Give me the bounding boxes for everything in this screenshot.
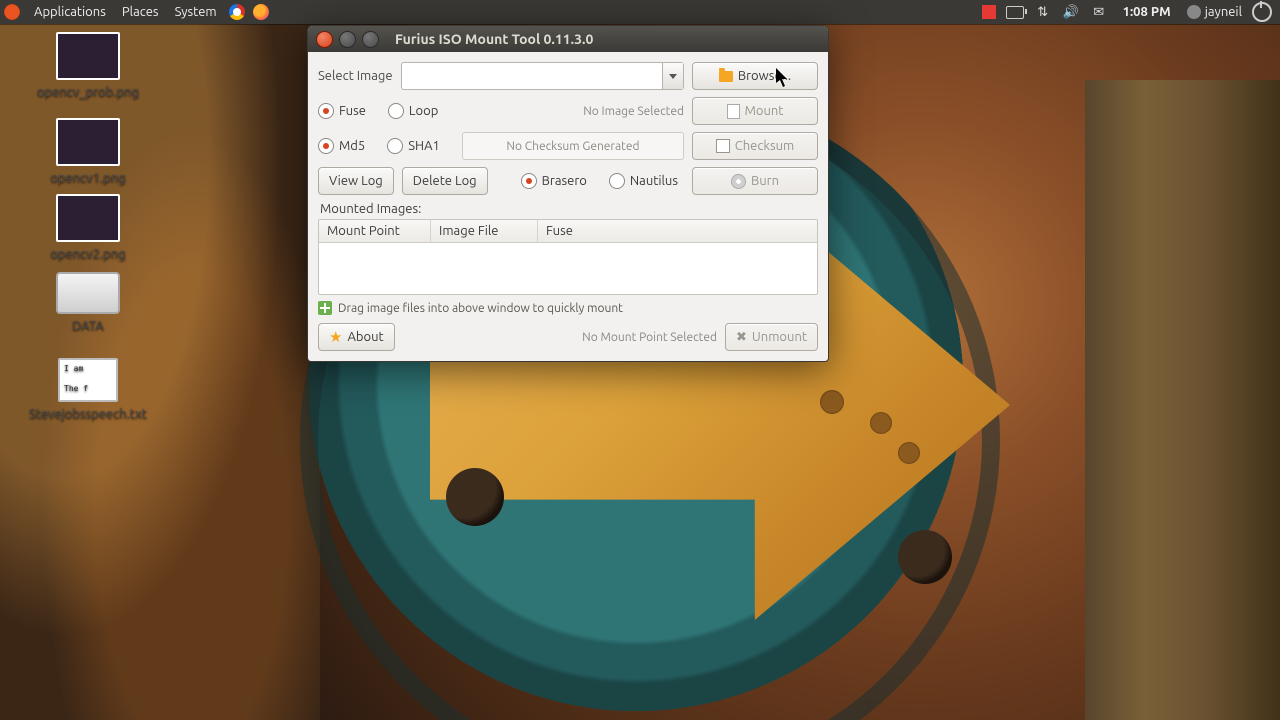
image-thumbnail-icon [56, 32, 120, 80]
menu-applications[interactable]: Applications [26, 5, 114, 19]
checksum-icon [716, 139, 730, 153]
image-path-input[interactable] [402, 63, 662, 89]
sound-indicator-icon[interactable]: 🔊 [1062, 3, 1080, 21]
gnome-panel: Applications Places System ⇅ 🔊 ✉ 1:08 PM… [0, 0, 1280, 24]
user-menu[interactable]: jayneil [1187, 5, 1242, 19]
radio-label: SHA1 [408, 139, 440, 153]
menu-system[interactable]: System [167, 5, 225, 19]
mounted-images-label: Mounted Images: [320, 202, 818, 216]
mounted-images-table[interactable]: Mount Point Image File Fuse [318, 219, 818, 295]
desktop-icon-label: opencv2.png [28, 246, 148, 262]
radio-label: Loop [409, 104, 438, 118]
text-file-icon: I am The f [58, 358, 118, 402]
desktop-icon-text[interactable]: I am The f Stevejobsspeech.txt [18, 358, 158, 422]
image-path-dropdown[interactable] [662, 63, 683, 89]
radio-brasero[interactable]: Brasero [521, 173, 587, 189]
desktop-icon-label: DATA [28, 318, 148, 334]
close-icon: ✖ [736, 330, 747, 345]
browse-button[interactable]: Browse... [692, 62, 818, 90]
checksum-button[interactable]: Checksum [692, 132, 818, 160]
unmount-button-label: Unmount [752, 330, 807, 344]
power-icon[interactable] [1252, 2, 1272, 22]
burn-button[interactable]: Burn [692, 167, 818, 195]
desktop-icon-label: opencv_prob.png [28, 84, 148, 100]
radio-sha1[interactable]: SHA1 [387, 138, 440, 154]
drive-icon [56, 272, 120, 314]
desktop-icon[interactable]: opencv_prob.png [28, 32, 148, 100]
mount-icon [727, 104, 740, 119]
indicator-recording-icon[interactable] [982, 5, 996, 19]
mount-button-label: Mount [745, 104, 784, 118]
column-image-file[interactable]: Image File [431, 220, 538, 242]
window-title: Furius ISO Mount Tool 0.11.3.0 [395, 31, 593, 47]
app-window: Furius ISO Mount Tool 0.11.3.0 Select Im… [307, 25, 829, 362]
about-button-label: About [347, 330, 383, 344]
star-icon: ★ [329, 328, 342, 346]
chevron-down-icon [669, 74, 677, 79]
radio-nautilus[interactable]: Nautilus [609, 173, 678, 189]
column-fuse[interactable]: Fuse [538, 220, 817, 242]
radio-fuse[interactable]: Fuse [318, 103, 366, 119]
checksum-output: No Checksum Generated [462, 132, 684, 160]
mount-point-status: No Mount Point Selected [403, 331, 717, 344]
window-titlebar[interactable]: Furius ISO Mount Tool 0.11.3.0 [308, 26, 828, 52]
chrome-launcher-icon[interactable] [229, 4, 245, 20]
firefox-launcher-icon[interactable] [253, 4, 269, 20]
clock[interactable]: 1:08 PM [1123, 5, 1171, 19]
checksum-button-label: Checksum [735, 139, 794, 153]
disc-icon [731, 174, 746, 189]
desktop-icon[interactable]: opencv2.png [28, 194, 148, 262]
ubuntu-logo-icon[interactable] [4, 4, 20, 20]
username-label: jayneil [1205, 5, 1242, 19]
radio-label: Brasero [542, 174, 587, 188]
about-button[interactable]: ★ About [318, 323, 395, 351]
desktop-icon[interactable]: opencv1.png [28, 118, 148, 186]
radio-label: Fuse [339, 104, 366, 118]
drag-hint-text: Drag image files into above window to qu… [338, 302, 623, 315]
window-maximize-icon[interactable] [362, 31, 379, 48]
mount-button[interactable]: Mount [692, 97, 818, 125]
radio-label: Md5 [339, 139, 365, 153]
plus-icon [318, 301, 332, 315]
desktop-icon-label: opencv1.png [28, 170, 148, 186]
radio-loop[interactable]: Loop [388, 103, 438, 119]
network-indicator-icon[interactable]: ⇅ [1034, 3, 1052, 21]
column-mount-point[interactable]: Mount Point [319, 220, 431, 242]
table-header: Mount Point Image File Fuse [319, 220, 817, 243]
radio-md5[interactable]: Md5 [318, 138, 365, 154]
desktop-icon-label: Stevejobsspeech.txt [18, 406, 158, 422]
image-thumbnail-icon [56, 194, 120, 242]
user-avatar-icon [1187, 5, 1201, 19]
browse-button-label: Browse... [738, 69, 791, 83]
unmount-button[interactable]: ✖ Unmount [725, 323, 818, 351]
burn-button-label: Burn [751, 174, 779, 188]
drag-hint: Drag image files into above window to qu… [318, 301, 818, 315]
battery-indicator-icon[interactable] [1006, 3, 1024, 21]
folder-icon [719, 71, 733, 82]
radio-label: Nautilus [630, 174, 678, 188]
mail-indicator-icon[interactable]: ✉ [1090, 3, 1108, 21]
image-path-combo[interactable] [401, 62, 684, 90]
view-log-button[interactable]: View Log [318, 167, 394, 195]
select-image-label: Select Image [318, 69, 393, 83]
window-minimize-icon[interactable] [339, 31, 356, 48]
menu-places[interactable]: Places [114, 5, 167, 19]
desktop-icon-drive[interactable]: DATA [28, 272, 148, 334]
delete-log-button[interactable]: Delete Log [402, 167, 488, 195]
image-status: No Image Selected [583, 105, 684, 118]
window-close-icon[interactable] [316, 31, 333, 48]
image-thumbnail-icon [56, 118, 120, 166]
